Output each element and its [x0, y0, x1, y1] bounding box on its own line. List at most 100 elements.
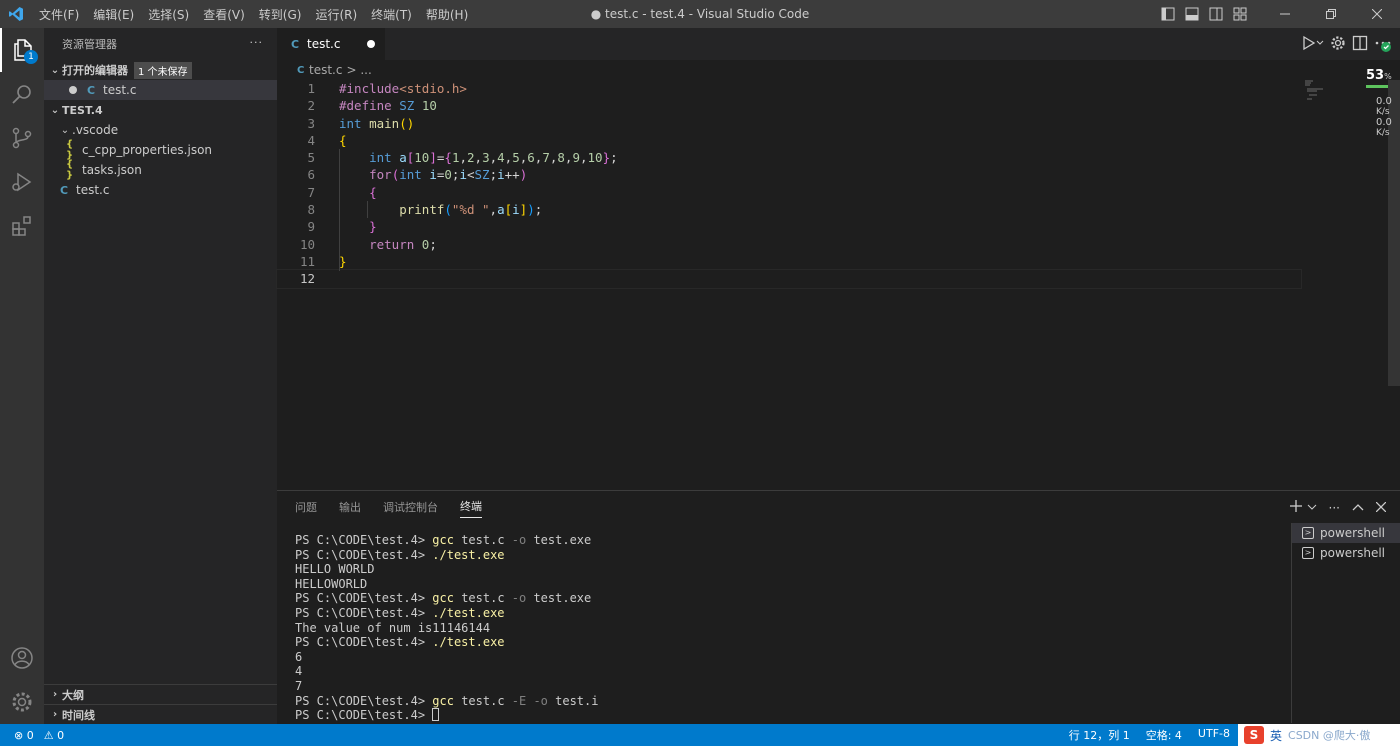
vscode-logo-icon — [0, 0, 32, 28]
code-line: 5 int a[10]={1,2,3,4,5,6,7,8,9,10}; — [277, 149, 1400, 166]
terminal-line: PS C:\CODE\test.4> gcc test.c -o test.ex… — [295, 533, 592, 547]
explorer-icon[interactable]: 1 — [0, 28, 44, 72]
terminal-line: PS C:\CODE\test.4> — [295, 708, 598, 723]
code-line: 1 #include<stdio.h> — [277, 80, 1400, 97]
line-number: 10 — [299, 236, 315, 252]
minimize-icon[interactable] — [1262, 0, 1308, 28]
terminal-list-item[interactable]: > powershell — [1292, 523, 1400, 543]
terminal-name: powershell — [1320, 526, 1385, 540]
terminal-cursor — [432, 708, 440, 722]
upload-unit: K/s — [1376, 107, 1390, 117]
menu-selection[interactable]: 选择(S) — [141, 6, 196, 23]
tab-debug-console[interactable]: 调试控制台 — [383, 499, 438, 518]
maximize-panel-icon[interactable] — [1352, 501, 1364, 515]
line-number: 8 — [307, 202, 315, 218]
terminal-list-item[interactable]: > powershell — [1292, 543, 1400, 563]
terminal-line: HELLO WORLD — [295, 562, 375, 577]
new-terminal-icon[interactable] — [1289, 499, 1303, 516]
terminal-line: The value of num is11146144 — [295, 620, 491, 635]
menu-go[interactable]: 转到(G) — [252, 6, 309, 23]
chevron-down-icon[interactable] — [1307, 501, 1317, 515]
customize-layout-icon[interactable] — [1228, 0, 1252, 28]
breadcrumb-separator: > ... — [346, 63, 372, 77]
outline-label: 大纲 — [62, 688, 84, 702]
outline-section[interactable]: › 大纲 — [44, 684, 277, 704]
editor-tabs: C test.c — [277, 28, 1400, 60]
more-actions-icon[interactable] — [1374, 34, 1392, 55]
encoding[interactable]: UTF-8 — [1198, 727, 1230, 743]
tab-output[interactable]: 输出 — [339, 499, 361, 518]
menu-edit[interactable]: 编辑(E) — [86, 6, 141, 23]
problems-indicator[interactable]: ⊗ 0 ⚠ 0 — [0, 729, 64, 742]
tree-file-tasks[interactable]: { } tasks.json — [44, 159, 277, 181]
sogou-ime-icon[interactable]: S — [1244, 726, 1264, 744]
code-line: 9 } — [277, 218, 1400, 235]
unsaved-badge: 1 个未保存 — [134, 61, 192, 79]
run-debug-icon[interactable] — [0, 160, 44, 204]
percent-unit: % — [1384, 72, 1392, 81]
close-panel-icon[interactable] — [1375, 501, 1387, 515]
minimap[interactable] — [1305, 80, 1335, 100]
terminal-icon: > — [1302, 527, 1314, 539]
more-actions-icon[interactable]: ··· — [250, 36, 264, 49]
menu-file[interactable]: 文件(F) — [32, 6, 86, 23]
code-editor[interactable]: 1 #include<stdio.h> 2 #define SZ 10 3 int m… — [276, 80, 1400, 289]
breadcrumb: C test.c > ... — [277, 60, 1400, 80]
accounts-icon[interactable] — [0, 636, 44, 680]
chevron-down-icon: ⌄ — [50, 64, 60, 76]
settings-gear-icon[interactable] — [1330, 35, 1346, 54]
line-number: 7 — [307, 184, 315, 200]
warning-icon: ⚠ — [43, 728, 54, 742]
folder-section[interactable]: ⌄ TEST.4 — [44, 100, 277, 120]
tab-problems[interactable]: 问题 — [295, 499, 317, 518]
terminal-line: PS C:\CODE\test.4> ./test.exe — [295, 635, 505, 650]
close-window-icon[interactable] — [1354, 0, 1400, 28]
line-number: 6 — [307, 167, 315, 183]
menu-view[interactable]: 查看(V) — [196, 6, 252, 23]
tree-file-test-c[interactable]: C test.c — [44, 180, 277, 200]
tree-folder-vscode[interactable]: ⌄ .vscode — [44, 120, 277, 140]
breadcrumb-file[interactable]: test.c — [309, 63, 342, 77]
source-control-icon[interactable] — [0, 116, 44, 160]
more-actions-icon[interactable]: ··· — [1329, 501, 1340, 515]
search-icon[interactable] — [0, 72, 44, 116]
toggle-panel-icon[interactable] — [1180, 0, 1204, 28]
menu-terminal[interactable]: 终端(T) — [364, 6, 419, 23]
code-line: 7 { — [277, 184, 1400, 201]
restore-icon[interactable] — [1308, 0, 1354, 28]
timeline-section[interactable]: › 时间线 — [44, 704, 277, 724]
explorer-sidebar: 资源管理器 ··· ⌄ 打开的编辑器 1 个未保存 C test.c ⌄ TES… — [44, 28, 277, 724]
toggle-secondary-sidebar-icon[interactable] — [1204, 0, 1228, 28]
menu-help[interactable]: 帮助(H) — [419, 6, 475, 23]
c-file-icon: C — [291, 37, 300, 51]
download-speed: 0.0 — [1376, 117, 1392, 128]
sidebar-header: 资源管理器 ··· — [44, 28, 277, 60]
run-file-icon[interactable] — [1302, 35, 1324, 54]
menu-run[interactable]: 运行(R) — [308, 6, 364, 23]
extensions-icon[interactable] — [0, 204, 44, 248]
terminal-output[interactable]: PS C:\CODE\test.4> gcc test.c -o test.ex… — [295, 533, 598, 723]
toggle-sidebar-icon[interactable] — [1156, 0, 1180, 28]
terminal-line: 7 — [295, 678, 303, 693]
terminal-list: > powershell > powershell — [1291, 523, 1400, 723]
ime-language[interactable]: 英 — [1270, 727, 1282, 744]
open-editors-section[interactable]: ⌄ 打开的编辑器 1 个未保存 — [44, 60, 277, 80]
tree-file-c-cpp-properties[interactable]: { } c_cpp_properties.json — [44, 139, 277, 161]
chevron-right-icon: › — [52, 709, 58, 720]
terminal-icon: > — [1302, 547, 1314, 559]
unsaved-dot-icon[interactable] — [69, 86, 77, 94]
code-line: 10 return 0; — [277, 236, 1400, 253]
open-editor-item[interactable]: C test.c — [44, 80, 277, 100]
upload-speed: 0.0 — [1376, 96, 1392, 107]
cursor-position[interactable]: 行 12，列 1 — [1069, 727, 1130, 743]
settings-gear-icon[interactable] — [0, 680, 44, 724]
indentation[interactable]: 空格: 4 — [1146, 727, 1182, 743]
line-number: 11 — [299, 253, 315, 269]
tab-test-c[interactable]: C test.c — [277, 28, 385, 60]
split-editor-icon[interactable] — [1352, 35, 1368, 54]
unsaved-dot-icon[interactable] — [367, 40, 375, 48]
tab-terminal[interactable]: 终端 — [460, 498, 482, 518]
file-name: tasks.json — [82, 163, 142, 177]
line-number: 3 — [307, 115, 315, 131]
code-line: 3 int main() — [277, 115, 1400, 132]
